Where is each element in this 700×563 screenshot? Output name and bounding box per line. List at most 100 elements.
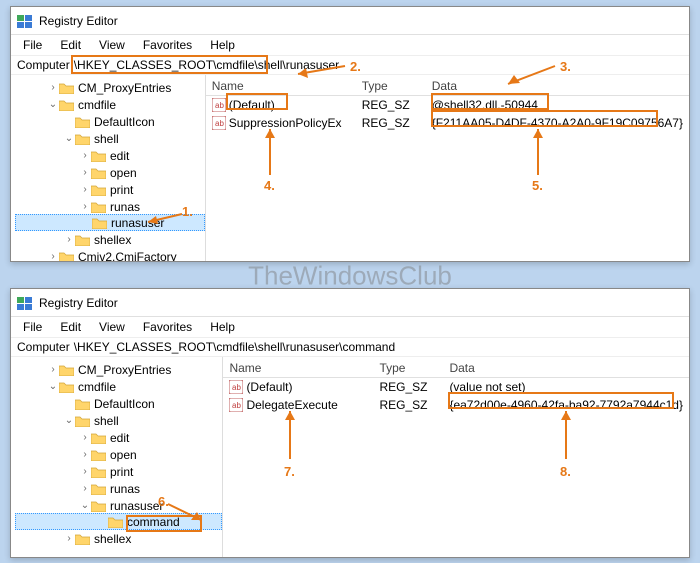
tree-item-edit[interactable]: ›edit <box>15 429 222 446</box>
tree-item-runas[interactable]: › runas <box>15 480 222 497</box>
string-value-icon <box>229 380 243 394</box>
tree-item-label: DefaultIcon <box>94 397 155 411</box>
chevron-right-icon[interactable]: › <box>79 483 91 494</box>
tree-item-open[interactable]: ›open <box>15 164 205 181</box>
tree-item-runasuser[interactable]: ⌄runasuser <box>15 497 222 514</box>
value-data: {ea72d00e-4960-42fa-ba92-7792a7944c1d} <box>443 398 689 412</box>
tree-item-shellex[interactable]: ›shellex <box>15 530 222 547</box>
chevron-down-icon[interactable]: ⌄ <box>63 133 75 144</box>
value-name: (Default) <box>246 380 292 394</box>
col-type[interactable]: Type <box>373 359 443 377</box>
folder-icon <box>59 82 74 94</box>
chevron-down-icon[interactable]: ⌄ <box>47 99 59 110</box>
registry-editor-window-2: Registry Editor File Edit View Favorites… <box>10 288 690 558</box>
titlebar[interactable]: Registry Editor <box>11 289 689 317</box>
chevron-right-icon[interactable]: › <box>79 150 91 161</box>
tree-item-command[interactable]: command <box>15 513 222 530</box>
value-name: SuppressionPolicyEx <box>229 116 342 130</box>
chevron-right-icon[interactable]: › <box>47 82 59 93</box>
tree-item-label: CM_ProxyEntries <box>78 363 171 377</box>
tree-item-open[interactable]: ›open <box>15 446 222 463</box>
value-type: REG_SZ <box>356 98 426 112</box>
list-view[interactable]: Name Type Data (Default) REG_SZ (value n… <box>223 357 689 557</box>
menu-favorites[interactable]: Favorites <box>135 37 200 53</box>
col-name[interactable]: Name <box>223 359 373 377</box>
menu-help[interactable]: Help <box>202 37 243 53</box>
menubar: File Edit View Favorites Help <box>11 317 689 337</box>
tree-item-label: edit <box>110 149 129 163</box>
col-type[interactable]: Type <box>356 77 426 95</box>
folder-icon <box>91 466 106 478</box>
tree-view[interactable]: › CM_ProxyEntries ⌄ cmdfile DefaultIcon ⌄ shel… <box>11 75 206 261</box>
tree-item-cm_proxyentries[interactable]: › CM_ProxyEntries <box>15 361 222 378</box>
tree-view[interactable]: › CM_ProxyEntries⌄cmdfile DefaultIcon⌄shel… <box>11 357 223 557</box>
tree-item-shell[interactable]: ⌄ shell <box>15 130 205 147</box>
col-name[interactable]: Name <box>206 77 356 95</box>
tree-item-defaulticon[interactable]: DefaultIcon <box>15 113 205 130</box>
menu-edit[interactable]: Edit <box>52 319 89 335</box>
value-type: REG_SZ <box>356 116 426 130</box>
menu-favorites[interactable]: Favorites <box>135 319 200 335</box>
address-label: Computer <box>17 58 70 72</box>
list-row[interactable]: SuppressionPolicyEx REG_SZ {F211AA05-D4D… <box>206 114 689 132</box>
menu-help[interactable]: Help <box>202 319 243 335</box>
folder-icon <box>91 449 106 461</box>
chevron-right-icon[interactable]: › <box>79 167 91 178</box>
chevron-right-icon[interactable]: › <box>79 201 91 212</box>
tree-item-label: cmdfile <box>78 98 116 112</box>
chevron-right-icon[interactable]: › <box>63 533 75 544</box>
col-data[interactable]: Data <box>426 77 689 95</box>
chevron-right-icon[interactable]: › <box>79 466 91 477</box>
address-bar: Computer\HKEY_CLASSES_ROOT\cmdfile\shell… <box>11 337 689 357</box>
chevron-right-icon[interactable]: › <box>47 364 59 375</box>
menu-file[interactable]: File <box>15 319 50 335</box>
col-data[interactable]: Data <box>443 359 689 377</box>
tree-item-runas[interactable]: › runas <box>15 198 205 215</box>
folder-icon <box>91 432 106 444</box>
chevron-right-icon[interactable]: › <box>47 251 59 261</box>
string-value-icon <box>212 98 226 112</box>
tree-item-edit[interactable]: › edit <box>15 147 205 164</box>
tree-item-shell[interactable]: ⌄shell <box>15 412 222 429</box>
address-path[interactable]: \HKEY_CLASSES_ROOT\cmdfile\shell\runasus… <box>74 58 683 72</box>
menu-view[interactable]: View <box>91 319 133 335</box>
address-path[interactable]: \HKEY_CLASSES_ROOT\cmdfile\shell\runasus… <box>74 340 683 354</box>
tree-item-label: DefaultIcon <box>94 115 155 129</box>
tree-item-shellex[interactable]: ›shellex <box>15 231 205 248</box>
tree-item-label: runas <box>110 200 140 214</box>
tree-item-label: print <box>110 465 133 479</box>
chevron-down-icon[interactable]: ⌄ <box>79 500 91 511</box>
titlebar[interactable]: Registry Editor <box>11 7 689 35</box>
list-view[interactable]: Name Type Data (Default) REG_SZ @shell32… <box>206 75 689 261</box>
list-row[interactable]: DelegateExecute REG_SZ {ea72d00e-4960-42… <box>223 396 689 414</box>
tree-item-print[interactable]: › print <box>15 463 222 480</box>
tree-item-print[interactable]: ›print <box>15 181 205 198</box>
chevron-right-icon[interactable]: › <box>79 432 91 443</box>
registry-editor-window-1: Registry Editor File Edit View Favorites… <box>10 6 690 262</box>
tree-item-cmdfile[interactable]: ⌄cmdfile <box>15 378 222 395</box>
tree-item-runasuser[interactable]: runasuser <box>15 214 205 231</box>
value-name: (Default) <box>229 98 275 112</box>
value-type: REG_SZ <box>373 398 443 412</box>
tree-item-label: CM_ProxyEntries <box>78 81 171 95</box>
tree-item-label: runas <box>110 482 140 496</box>
tree-item-cm_proxyentries[interactable]: › CM_ProxyEntries <box>15 79 205 96</box>
chevron-down-icon[interactable]: ⌄ <box>63 415 75 426</box>
list-row[interactable]: (Default) REG_SZ (value not set) <box>223 378 689 396</box>
tree-item-cmdfile[interactable]: ⌄ cmdfile <box>15 96 205 113</box>
tree-item-cmiv2.cmifactory[interactable]: › Cmiv2.CmiFactory <box>15 248 205 261</box>
menu-edit[interactable]: Edit <box>52 37 89 53</box>
tree-item-label: shell <box>94 132 119 146</box>
chevron-right-icon[interactable]: › <box>63 234 75 245</box>
list-row[interactable]: (Default) REG_SZ @shell32.dll,-50944 <box>206 96 689 114</box>
chevron-right-icon[interactable]: › <box>79 184 91 195</box>
tree-item-label: Cmiv2.CmiFactory <box>78 250 177 262</box>
menubar: File Edit View Favorites Help <box>11 35 689 55</box>
tree-item-defaulticon[interactable]: DefaultIcon <box>15 395 222 412</box>
menu-file[interactable]: File <box>15 37 50 53</box>
menu-view[interactable]: View <box>91 37 133 53</box>
chevron-right-icon[interactable]: › <box>79 449 91 460</box>
list-header: Name Type Data <box>223 359 689 378</box>
chevron-down-icon[interactable]: ⌄ <box>47 381 59 392</box>
list-header: Name Type Data <box>206 77 689 96</box>
